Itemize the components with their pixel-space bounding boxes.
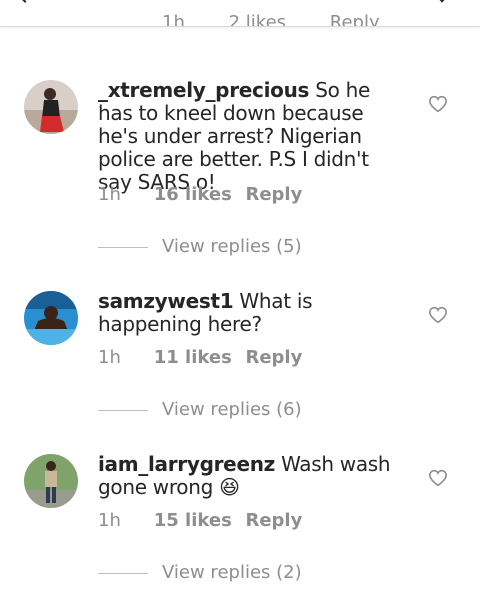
comment-likes[interactable]: 11 likes [154, 347, 240, 368]
comment-time: 1h [98, 347, 121, 368]
view-replies-link[interactable]: View replies (6) [98, 399, 302, 420]
comment-username[interactable]: iam_larrygreenz [98, 452, 275, 476]
heart-icon[interactable] [428, 469, 448, 487]
avatar[interactable] [24, 80, 78, 134]
reply-button[interactable]: Reply [245, 510, 302, 531]
comment-actions: 1h 11 likes Reply [98, 347, 302, 368]
previous-comment-time: 1h [162, 12, 185, 27]
comment-actions: 1h 16 likes Reply [98, 184, 302, 205]
avatar[interactable] [24, 454, 78, 508]
chevron-down-icon[interactable] [433, 0, 451, 3]
comment-text: samzywest1 What is happening here? [98, 290, 406, 336]
previous-comment-likes[interactable]: 2 likes [229, 12, 286, 26]
replies-divider [98, 572, 148, 574]
comment-text: iam_larrygreenz Wash wash gone wrong 😆 [98, 453, 406, 499]
previous-comment-meta: 1h 2 likes Reply [162, 12, 418, 27]
reply-button[interactable]: Reply [245, 184, 302, 205]
comment-likes[interactable]: 16 likes [154, 184, 240, 205]
top-bar: 1h 2 likes Reply [0, 0, 480, 27]
comment-username[interactable]: samzywest1 [98, 289, 234, 313]
comment-time: 1h [98, 510, 121, 531]
comment-text: _xtremely_precious So he has to kneel do… [98, 79, 406, 194]
view-replies-label[interactable]: View replies (2) [162, 562, 302, 583]
heart-icon[interactable] [428, 95, 448, 113]
comment-actions: 1h 15 likes Reply [98, 510, 302, 531]
heart-icon[interactable] [428, 306, 448, 324]
avatar[interactable] [24, 291, 78, 345]
comment-time: 1h [98, 184, 121, 205]
previous-comment-reply[interactable]: Reply [330, 12, 380, 26]
replies-divider [98, 409, 148, 411]
view-replies-link[interactable]: View replies (2) [98, 562, 302, 583]
reply-button[interactable]: Reply [245, 347, 302, 368]
view-replies-link[interactable]: View replies (5) [98, 236, 302, 257]
comment-likes[interactable]: 15 likes [154, 510, 240, 531]
replies-divider [98, 246, 148, 248]
view-replies-label[interactable]: View replies (6) [162, 399, 302, 420]
comment-username[interactable]: _xtremely_precious [98, 78, 309, 102]
view-replies-label[interactable]: View replies (5) [162, 236, 302, 257]
back-arrow-icon[interactable] [15, 0, 35, 3]
